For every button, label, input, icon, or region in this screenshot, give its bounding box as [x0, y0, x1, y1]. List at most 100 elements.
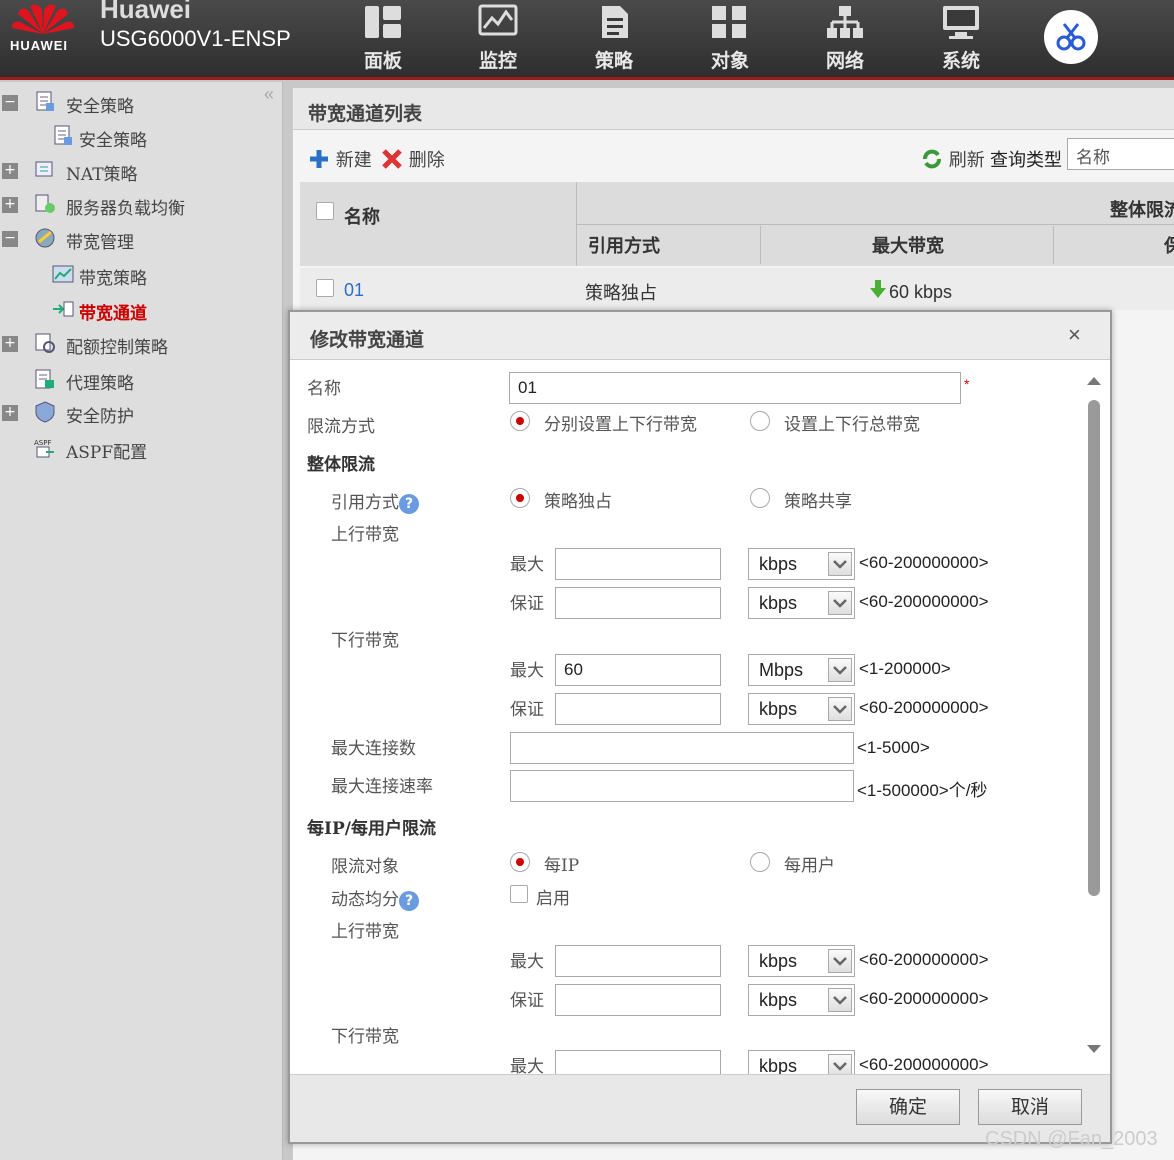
limit-mode-separate-radio[interactable] [510, 411, 530, 431]
scroll-down-icon[interactable] [1084, 1042, 1104, 1056]
tools-button[interactable] [1044, 10, 1098, 64]
nav-object[interactable]: 对象 [695, 4, 765, 74]
per-ip-up-max-unit-select[interactable]: kbps [748, 945, 855, 977]
sidebar-item-server-lb[interactable]: + 服务器负载均衡 [0, 188, 283, 219]
nav-monitor[interactable]: 监控 [463, 4, 533, 74]
required-mark: * [964, 376, 970, 392]
name-input[interactable]: 01 [509, 372, 961, 404]
max-conn-rate-input[interactable] [510, 770, 854, 802]
table-row[interactable]: 01 策略独占 60 kbps [300, 268, 1174, 310]
chevron-down-icon[interactable] [828, 988, 852, 1012]
limit-mode-separate-label: 分别设置上下行带宽 [544, 415, 697, 435]
up-max-label: 最大 [510, 555, 544, 575]
down-guarantee-unit-select[interactable]: kbps [748, 693, 855, 725]
row-checkbox[interactable] [316, 279, 334, 297]
per-ip-up-guarantee-unit-select[interactable]: kbps [748, 984, 855, 1016]
unit-value: kbps [759, 593, 798, 613]
ref-mode-exclusive-radio[interactable] [510, 488, 530, 508]
nav-network[interactable]: 网络 [810, 4, 880, 74]
table-header: 名称 整体限流 引用方式 最大带宽 保 [300, 182, 1174, 266]
ref-mode-shared-label: 策略共享 [784, 492, 852, 512]
monitor-icon [478, 4, 518, 36]
col-ref-mode: 引用方式 [588, 236, 660, 256]
nav-policy[interactable]: 策略 [579, 4, 649, 74]
chevron-down-icon[interactable] [828, 591, 852, 615]
chevron-down-icon[interactable] [828, 697, 852, 721]
collapse-icon[interactable]: − [2, 231, 18, 247]
sidebar-item-security-policy-child[interactable]: 安全策略 [0, 120, 283, 151]
limit-target-label: 限流对象 [331, 857, 399, 877]
sidebar-item-aspf[interactable]: ASPF ASPF配置 [0, 432, 283, 463]
help-icon[interactable]: ? [399, 890, 419, 911]
limit-mode-total-radio[interactable] [750, 411, 770, 431]
sidebar-item-label: 服务器负载均衡 [66, 199, 185, 219]
dynamic-share-label: 动态均分? [331, 885, 419, 911]
expand-icon[interactable]: + [2, 405, 18, 421]
delete-button[interactable]: 删除 [381, 146, 445, 172]
edit-bandwidth-channel-dialog: 修改带宽通道 × 名称 01 * 限流方式 分别设置上下行带宽 设置上下行总带宽… [288, 310, 1112, 1144]
limit-target-per-user-radio[interactable] [750, 852, 770, 872]
up-guarantee-unit-select[interactable]: kbps [748, 587, 855, 619]
help-icon[interactable]: ? [399, 493, 419, 514]
policy-doc-icon [54, 125, 72, 145]
sidebar-item-quota-control[interactable]: + 配额控制策略 [0, 327, 283, 358]
ok-button[interactable]: 确定 [856, 1089, 960, 1125]
ref-mode-label: 引用方式? [331, 488, 419, 514]
page-title: 带宽通道列表 [293, 88, 1174, 130]
sidebar-item-nat-policy[interactable]: + NAT策略 [0, 154, 283, 185]
scroll-up-icon[interactable] [1084, 374, 1104, 388]
per-ip-up-max-input[interactable] [555, 945, 721, 977]
up-guarantee-input[interactable] [555, 587, 721, 619]
chevron-down-icon[interactable] [828, 949, 852, 973]
per-ip-down-max-label: 最大 [510, 1057, 544, 1074]
up-max-unit-select[interactable]: kbps [748, 548, 855, 580]
down-max-unit-select[interactable]: Mbps [748, 654, 855, 686]
ref-mode-shared-radio[interactable] [750, 488, 770, 508]
refresh-button[interactable]: 刷新 [921, 146, 985, 172]
limit-target-per-ip-radio[interactable] [510, 852, 530, 872]
sidebar-item-security-policy[interactable]: − 安全策略 [0, 86, 283, 117]
query-type-select[interactable]: 名称 [1067, 138, 1174, 170]
select-all-checkbox[interactable] [316, 202, 334, 220]
new-button[interactable]: 新建 [308, 146, 372, 172]
expand-icon[interactable]: + [2, 197, 18, 213]
dialog-scrollbar[interactable] [1084, 374, 1104, 1064]
dynamic-share-text: 动态均分 [331, 890, 399, 910]
up-max-input[interactable] [555, 548, 721, 580]
expand-icon[interactable]: + [2, 336, 18, 352]
nav-dashboard[interactable]: 面板 [348, 4, 418, 74]
sidebar-item-security-protection[interactable]: + 安全防护 [0, 396, 283, 427]
down-max-input[interactable]: 60 [555, 654, 721, 686]
shield-icon [35, 401, 55, 423]
sidebar-item-proxy-policy[interactable]: 代理策略 [0, 363, 283, 394]
per-ip-down-max-input[interactable] [555, 1050, 721, 1074]
nav-system[interactable]: 系统 [926, 4, 996, 74]
max-conn-input[interactable] [510, 732, 854, 764]
per-ip-down-max-unit-select[interactable]: kbps [748, 1050, 855, 1074]
cancel-button[interactable]: 取消 [978, 1089, 1082, 1125]
row-ref-mode: 策略独占 [585, 283, 657, 303]
chevron-down-icon[interactable] [828, 1054, 852, 1074]
scrollbar-thumb[interactable] [1088, 400, 1100, 896]
down-guarantee-input[interactable] [555, 693, 721, 725]
sidebar-item-bandwidth-channel[interactable]: 带宽通道 [0, 293, 283, 324]
ref-mode-exclusive-label: 策略独占 [544, 492, 612, 512]
expand-icon[interactable]: + [2, 163, 18, 179]
row-name-link[interactable]: 01 [344, 280, 364, 301]
chevron-down-icon[interactable] [828, 658, 852, 682]
dialog-body: 名称 01 * 限流方式 分别设置上下行带宽 设置上下行总带宽 整体限流 引用方… [294, 362, 1084, 1074]
new-label: 新建 [335, 150, 372, 171]
refresh-icon [923, 149, 941, 169]
per-ip-up-max-label: 最大 [510, 952, 544, 972]
chevron-down-icon[interactable] [828, 552, 852, 576]
up-guarantee-label: 保证 [510, 594, 544, 614]
per-ip-up-guarantee-input[interactable] [555, 984, 721, 1016]
sidebar-item-bandwidth-mgmt[interactable]: − 带宽管理 [0, 222, 283, 253]
nav-label: 对象 [710, 51, 749, 72]
sidebar-item-bandwidth-policy[interactable]: 带宽策略 [0, 258, 283, 289]
col-group-overall: 整体限流 [1110, 200, 1174, 220]
close-icon[interactable]: × [1068, 322, 1081, 348]
sidebar-item-label: 带宽策略 [79, 269, 147, 289]
enable-dynamic-checkbox[interactable] [510, 885, 528, 903]
collapse-icon[interactable]: − [2, 95, 18, 111]
